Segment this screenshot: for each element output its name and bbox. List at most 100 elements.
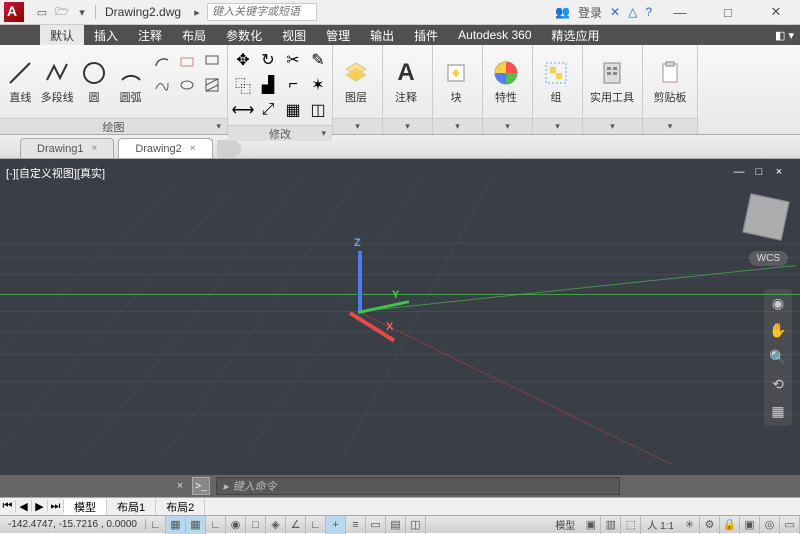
menu-a360[interactable]: Autodesk 360 xyxy=(448,25,541,45)
menu-manage[interactable]: 管理 xyxy=(316,25,360,45)
layout-2-tab[interactable]: 布局2 xyxy=(156,499,205,515)
new-icon[interactable]: ▭ xyxy=(34,4,50,20)
viewport[interactable]: [-][自定义视图][真实] — □ × WCS ◉ ✋ 🔍 ⟲ ▦ xyxy=(0,159,800,475)
box-icon[interactable] xyxy=(176,49,198,71)
command-input[interactable]: ▸键入命令 xyxy=(216,477,620,495)
anno-auto-icon[interactable]: ✳ xyxy=(680,516,700,534)
menu-output[interactable]: 输出 xyxy=(360,25,404,45)
login-button[interactable]: 登录 xyxy=(578,4,602,21)
panel-props-tab[interactable]: ▾ xyxy=(483,118,532,134)
move-icon[interactable]: ✥ xyxy=(232,49,254,71)
coordinates[interactable]: -142.4747, -15.7216 , 0.0000 xyxy=(0,519,146,530)
panel-group-tab[interactable]: ▾ xyxy=(533,118,582,134)
open-icon[interactable]: 🗁 xyxy=(54,4,70,20)
fillet-icon[interactable]: ⌐ xyxy=(282,74,304,96)
close-icon[interactable]: × xyxy=(91,143,97,154)
clipboard-button[interactable]: 剪贴板 xyxy=(647,49,693,114)
menu-featured[interactable]: 精选应用 xyxy=(542,25,610,45)
ortho-icon[interactable]: ∟ xyxy=(206,516,226,534)
polyline-button[interactable]: 多段线 xyxy=(41,49,74,114)
panel-clip-tab[interactable]: ▾ xyxy=(643,118,697,134)
grid-icon[interactable]: ▦ xyxy=(186,516,206,534)
dyn-icon[interactable]: + xyxy=(326,516,346,534)
search-input[interactable] xyxy=(207,3,317,21)
layout-next-icon[interactable]: ▶ xyxy=(32,500,48,513)
isolate-icon[interactable]: ◎ xyxy=(760,516,780,534)
block-button[interactable]: 块 xyxy=(437,49,475,114)
title-arrow[interactable]: ▸ xyxy=(189,4,205,20)
sc-icon[interactable]: ◫ xyxy=(406,516,426,534)
hw-accel-icon[interactable]: ▣ xyxy=(740,516,760,534)
stretch-icon[interactable]: ⟷ xyxy=(232,99,254,121)
layout-quick-icon[interactable]: ▥ xyxy=(601,516,621,534)
array-icon[interactable]: ▦ xyxy=(282,99,304,121)
panel-block-tab[interactable]: ▾ xyxy=(433,118,482,134)
menu-parametric[interactable]: 参数化 xyxy=(216,25,272,45)
panel-annotate-tab[interactable]: ▾ xyxy=(383,118,432,134)
ms-icon[interactable]: ▣ xyxy=(581,516,601,534)
close-button[interactable]: ✕ xyxy=(756,0,796,25)
ducs-icon[interactable]: ∟ xyxy=(306,516,326,534)
line-button[interactable]: 直线 xyxy=(4,49,37,114)
doctab-drawing2[interactable]: Drawing2× xyxy=(118,138,212,158)
panel-layer-tab[interactable]: ▾ xyxy=(333,118,382,134)
lock-ui-icon[interactable]: 🔒 xyxy=(720,516,740,534)
props-button[interactable]: 特性 xyxy=(487,49,525,114)
minimize-button[interactable]: — xyxy=(660,0,700,25)
app-logo[interactable] xyxy=(4,2,24,22)
polar-icon[interactable]: ◉ xyxy=(226,516,246,534)
arc-button[interactable]: 圆弧 xyxy=(114,49,147,114)
rotate-icon[interactable]: ↻ xyxy=(257,49,279,71)
panel-draw-title[interactable]: 绘图▾ xyxy=(0,118,227,134)
infocenter-icon[interactable]: 👥 xyxy=(555,5,570,19)
rect-icon[interactable] xyxy=(201,49,223,71)
a360-icon[interactable]: △ xyxy=(628,5,637,19)
layout-last-icon[interactable]: ⏭ xyxy=(48,500,64,513)
menu-insert[interactable]: 插入 xyxy=(84,25,128,45)
ellipse-icon[interactable] xyxy=(176,74,198,96)
otrack-icon[interactable]: ∠ xyxy=(286,516,306,534)
menu-default[interactable]: 默认 xyxy=(40,25,84,45)
cmd-close-icon[interactable]: × xyxy=(172,478,188,494)
layout-model-tab[interactable]: 模型 xyxy=(64,499,107,515)
layout-prev-icon[interactable]: ◀ xyxy=(16,500,32,513)
3dosnap-icon[interactable]: ◈ xyxy=(266,516,286,534)
infer-icon[interactable]: ∟ xyxy=(146,516,166,534)
mirror-icon[interactable]: ▟ xyxy=(257,74,279,96)
layer-button[interactable]: 图层 xyxy=(337,49,375,114)
exchange-icon[interactable]: ✕ xyxy=(610,5,620,19)
copy-icon[interactable]: ⿻ xyxy=(232,74,254,96)
layout-1-tab[interactable]: 布局1 xyxy=(107,499,156,515)
help-icon[interactable]: ? xyxy=(645,5,652,19)
menu-view[interactable]: 视图 xyxy=(272,25,316,45)
scale-icon[interactable]: ⤢ xyxy=(257,99,279,121)
status-model[interactable]: 模型 xyxy=(549,517,581,532)
panel-utils-tab[interactable]: ▾ xyxy=(583,118,642,134)
close-icon[interactable]: × xyxy=(190,143,196,154)
qat-arrow[interactable]: ▾ xyxy=(74,4,90,20)
qp-icon[interactable]: ▤ xyxy=(386,516,406,534)
cmd-prompt-icon[interactable]: >_ xyxy=(192,477,210,495)
panel-modify-title[interactable]: 修改▾ xyxy=(228,125,332,141)
ws-switch-icon[interactable]: ⚙ xyxy=(700,516,720,534)
snap-icon[interactable]: ▦ xyxy=(166,516,186,534)
annotate-button[interactable]: A注释 xyxy=(387,49,425,114)
group-button[interactable]: 组 xyxy=(537,49,575,114)
clean-screen-icon[interactable]: ▭ xyxy=(780,516,800,534)
offset-icon[interactable]: ◫ xyxy=(307,99,329,121)
hatch-icon[interactable] xyxy=(201,74,223,96)
anno-vis-icon[interactable]: ⬚ xyxy=(621,516,641,534)
utils-button[interactable]: 实用工具 xyxy=(587,49,637,114)
ribbon-toggle-icon[interactable]: ◧ ▾ xyxy=(769,29,800,42)
osnap-icon[interactable]: □ xyxy=(246,516,266,534)
circle-button[interactable]: 圆 xyxy=(78,49,111,114)
doctab-drawing1[interactable]: Drawing1× xyxy=(20,138,114,158)
menu-annotate[interactable]: 注释 xyxy=(128,25,172,45)
lwt-icon[interactable]: ≡ xyxy=(346,516,366,534)
maximize-button[interactable]: □ xyxy=(708,0,748,25)
spline-icon[interactable] xyxy=(151,74,173,96)
status-scale[interactable]: 人 1:1 xyxy=(641,517,680,532)
layout-first-icon[interactable]: ⏮ xyxy=(0,500,16,513)
arc2-icon[interactable] xyxy=(151,49,173,71)
new-tab-button[interactable] xyxy=(217,140,241,158)
